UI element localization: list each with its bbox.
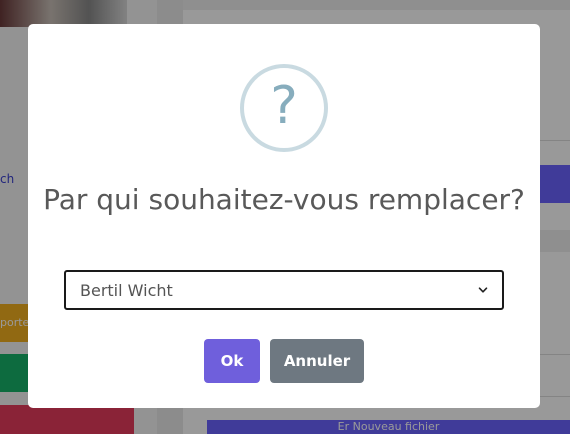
cancel-button[interactable]: Annuler [270,339,364,383]
dialog-title: Par qui souhaitez-vous remplacer? [43,183,525,216]
question-mark-icon: ? [240,64,328,152]
chevron-down-icon [478,287,488,293]
ok-button[interactable]: Ok [204,339,260,383]
confirm-dialog: ? Par qui souhaitez-vous remplacer? Bert… [28,24,540,408]
question-mark-glyph: ? [270,76,298,136]
replacement-select[interactable]: Bertil Wicht [64,270,504,310]
select-value: Bertil Wicht [80,280,173,300]
